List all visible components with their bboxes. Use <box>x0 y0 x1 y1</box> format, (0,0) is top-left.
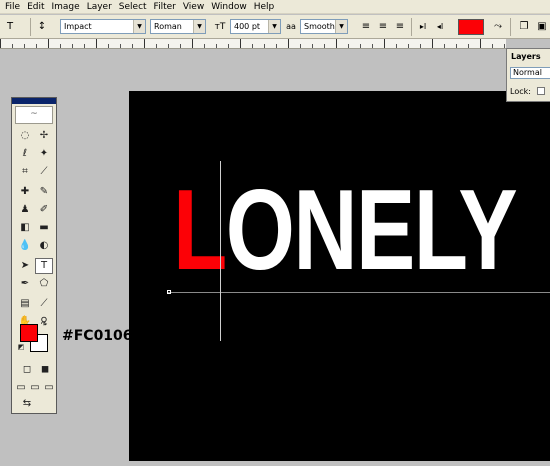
menu-layer[interactable]: Layer <box>87 0 112 14</box>
options-bar: T ↕ Impact ▼ Roman ▼ ᴛT 400 pt ▼ aa Smoo… <box>0 15 550 39</box>
font-size-select[interactable]: 400 pt ▼ <box>230 19 281 34</box>
color-hex-annotation: #FC0106 <box>62 328 133 344</box>
warp-text-icon[interactable]: ▸I <box>415 19 431 35</box>
align-center-icon[interactable]: ≡ <box>375 19 391 35</box>
text-color-swatch[interactable] <box>458 19 484 35</box>
tools-palette-titlebar[interactable] <box>12 98 56 104</box>
text-anchor-point <box>167 290 171 294</box>
canvas-text-first-letter: L <box>173 167 227 294</box>
standard-screen-mode-icon[interactable]: ▭ <box>14 380 28 396</box>
menu-bar: File Edit Image Layer Select Filter View… <box>0 0 550 14</box>
font-style-value: Roman <box>154 22 182 31</box>
toggle-panels-icon[interactable]: ◂I <box>432 19 448 35</box>
align-right-icon[interactable]: ≡ <box>392 19 408 35</box>
menu-window[interactable]: Window <box>211 0 247 14</box>
type-tool-preset-icon[interactable]: T <box>2 19 18 35</box>
lock-label: Lock: <box>510 87 531 96</box>
standard-mode-icon[interactable]: ◻ <box>18 362 36 378</box>
align-left-icon[interactable]: ≡ <box>358 19 374 35</box>
crop-tool-icon[interactable]: ⌗ <box>16 164 34 180</box>
notes-tool-icon[interactable]: ▤ <box>16 296 34 312</box>
document-canvas[interactable]: LONELY <box>129 91 550 461</box>
history-brush-tool-icon[interactable]: ✐ <box>35 202 53 218</box>
magic-wand-tool-icon[interactable]: ✦ <box>35 146 53 162</box>
font-family-select[interactable]: Impact ▼ <box>60 19 146 34</box>
blur-tool-icon[interactable]: 💧 <box>16 238 34 254</box>
pen-tool-icon[interactable]: ✒ <box>16 276 34 292</box>
divider <box>510 18 511 36</box>
healing-brush-tool-icon[interactable]: ✚ <box>16 184 34 200</box>
tools-palette: ~ ◌ ✢ ℓ ✦ ⌗ ⟋ ✚ ✎ ♟ ✐ ◧ ▬ 💧 ◐ ➤ T ✒ ⬠ ▤ … <box>11 97 57 414</box>
lasso-tool-icon[interactable]: ℓ <box>16 146 34 162</box>
chevron-down-icon: ▼ <box>133 20 145 33</box>
photoshop-feather-icon[interactable]: ~ <box>15 106 53 124</box>
chevron-down-icon: ▼ <box>335 20 347 33</box>
menu-select[interactable]: Select <box>119 0 147 14</box>
font-style-select[interactable]: Roman ▼ <box>150 19 206 34</box>
ruler-major-ticks <box>0 39 506 48</box>
menu-view[interactable]: View <box>183 0 204 14</box>
brush-tool-icon[interactable]: ✎ <box>35 184 53 200</box>
antialias-value: Smooth <box>304 22 335 31</box>
character-panel-icon[interactable]: ❐ <box>516 19 532 35</box>
antialias-icon: aa <box>283 19 299 35</box>
shape-tool-icon[interactable]: ⬠ <box>35 276 53 292</box>
font-family-value: Impact <box>64 22 92 31</box>
type-tool-icon[interactable]: T <box>35 258 53 274</box>
antialias-select[interactable]: Smooth ▼ <box>300 19 348 34</box>
menu-image[interactable]: Image <box>52 0 80 14</box>
canvas-text-rest: ONELY <box>225 167 518 294</box>
text-cursor-line <box>220 161 221 341</box>
clone-stamp-tool-icon[interactable]: ♟ <box>16 202 34 218</box>
eyedropper-tool-icon[interactable]: ⟋ <box>35 296 53 312</box>
full-screen-mode-icon[interactable]: ▭ <box>42 380 56 396</box>
divider <box>30 18 31 36</box>
blend-mode-select[interactable]: Normal <box>510 67 550 79</box>
jump-to-imageready-icon[interactable]: ⇆ <box>18 396 36 412</box>
gradient-tool-icon[interactable]: ▬ <box>35 220 53 236</box>
canvas-text[interactable]: LONELY <box>173 167 518 295</box>
menu-file[interactable]: File <box>5 0 20 14</box>
text-baseline <box>167 292 550 293</box>
eraser-tool-icon[interactable]: ◧ <box>16 220 34 236</box>
layers-panel: Layers Normal Lock: <box>506 48 550 102</box>
lock-transparency-checkbox[interactable] <box>537 87 545 95</box>
slice-tool-icon[interactable]: ⟋ <box>35 164 53 180</box>
menu-edit[interactable]: Edit <box>27 0 44 14</box>
dodge-tool-icon[interactable]: ◐ <box>35 238 53 254</box>
chevron-down-icon: ▼ <box>193 20 205 33</box>
text-orientation-icon[interactable]: ↕ <box>34 19 50 35</box>
quick-mask-mode-icon[interactable]: ◼ <box>36 362 54 378</box>
divider <box>411 18 412 36</box>
path-selection-tool-icon[interactable]: ➤ <box>16 258 34 274</box>
layers-tab[interactable]: Layers <box>511 52 541 61</box>
default-colors-icon[interactable]: ◩ <box>16 342 26 352</box>
menu-help[interactable]: Help <box>254 0 275 14</box>
chevron-down-icon: ▼ <box>268 20 280 33</box>
foreground-color-swatch[interactable] <box>20 324 38 342</box>
palette-well-icon[interactable]: ▣ <box>534 19 550 35</box>
marquee-tool-icon[interactable]: ◌ <box>16 128 34 144</box>
full-screen-menu-mode-icon[interactable]: ▭ <box>28 380 42 396</box>
warp-icon[interactable]: ⤳ <box>490 19 506 35</box>
menu-filter[interactable]: Filter <box>154 0 176 14</box>
font-size-value: 400 pt <box>234 22 261 31</box>
font-size-icon: ᴛT <box>212 19 228 35</box>
swap-colors-icon[interactable]: ↷ <box>38 320 50 330</box>
move-tool-icon[interactable]: ✢ <box>35 128 53 144</box>
